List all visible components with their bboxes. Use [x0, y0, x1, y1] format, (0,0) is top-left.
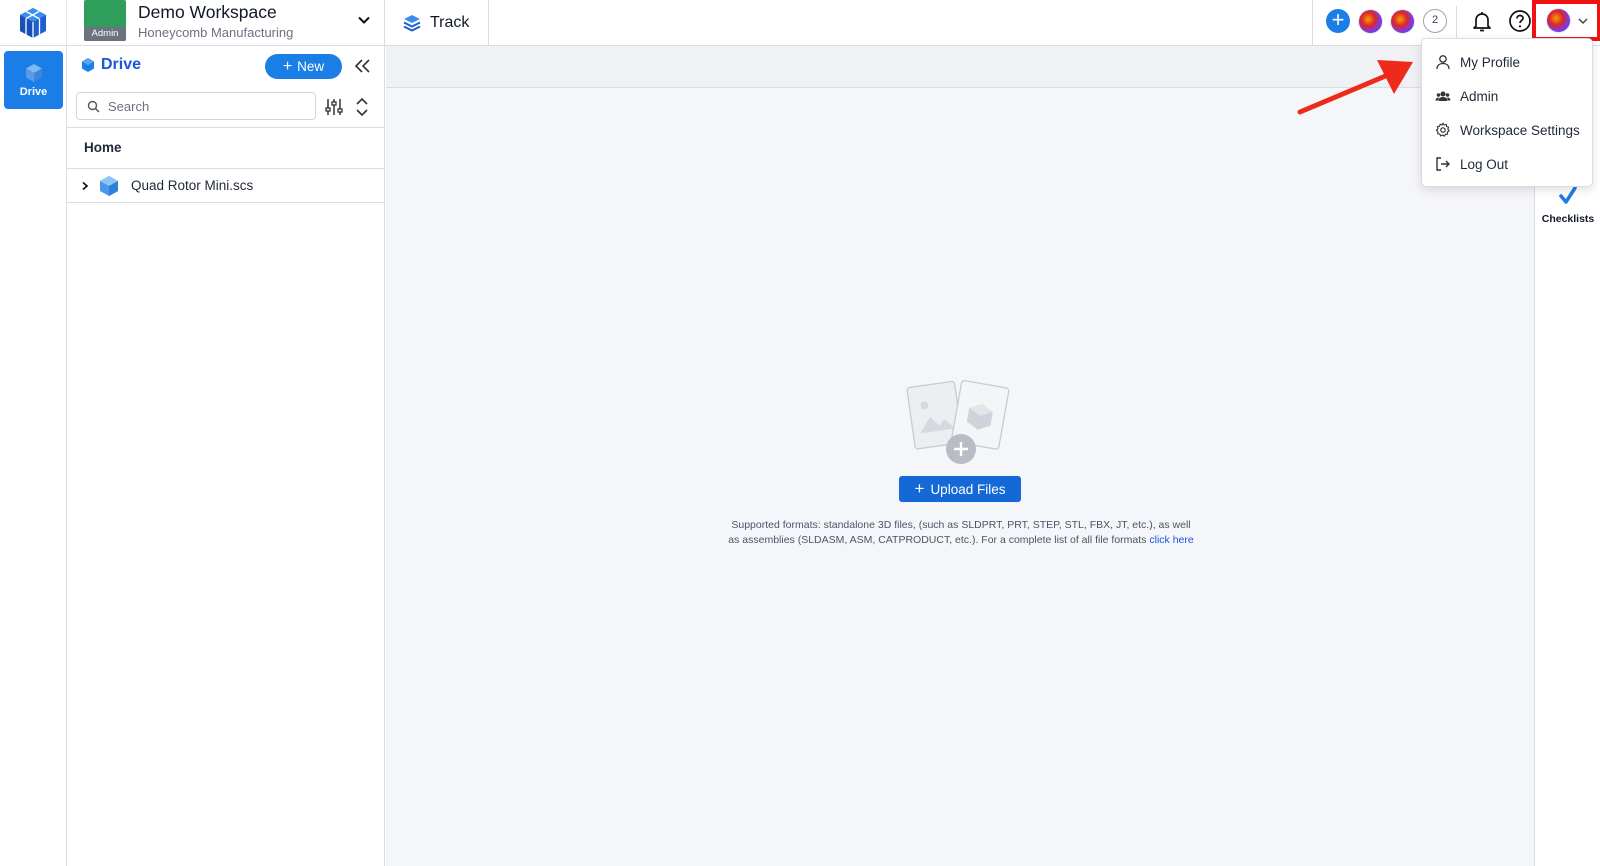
search-box: [76, 92, 316, 120]
menu-item-admin[interactable]: Admin: [1422, 79, 1592, 113]
formats-description: Supported formats: standalone 3D files, …: [728, 519, 1191, 546]
collaborator-avatar[interactable]: [1358, 9, 1383, 34]
search-row: [67, 88, 385, 128]
logout-icon: [1436, 157, 1450, 171]
annotation-arrow-icon: [1297, 60, 1413, 115]
user-avatar: [1546, 8, 1571, 33]
breadcrumb[interactable]: Home: [67, 128, 385, 169]
app-logo[interactable]: [0, 0, 67, 46]
plus-icon: +: [914, 479, 925, 498]
rail-item-drive-label: Drive: [19, 85, 48, 98]
app-logo-icon: [20, 8, 46, 38]
profile-dropdown-menu: My Profile Admin Workspace Settings Log …: [1421, 38, 1593, 187]
new-button-label: New: [297, 59, 325, 74]
workspace-name: Demo Workspace: [138, 2, 277, 22]
chevron-right-icon[interactable]: [80, 181, 90, 191]
add-collaborator-button[interactable]: +: [1326, 9, 1350, 33]
drive-panel-header: Drive + New: [67, 46, 385, 88]
file-row[interactable]: Quad Rotor Mini.scs: [67, 169, 385, 203]
filter-icon[interactable]: [324, 97, 344, 117]
workspace-thumbnail: Admin: [84, 0, 126, 41]
top-bar: Admin Demo Workspace Honeycomb Manufactu…: [0, 0, 1600, 46]
drive-icon: [25, 63, 42, 82]
sort-icon[interactable]: [354, 97, 370, 117]
search-input[interactable]: [108, 96, 308, 116]
menu-item-log-out[interactable]: Log Out: [1422, 147, 1592, 181]
workspace-org: Honeycomb Manufacturing: [138, 25, 294, 40]
tab-track[interactable]: Track: [386, 0, 489, 46]
checklists-label: Checklists: [1541, 213, 1595, 225]
upload-illustration-icon: [906, 379, 1010, 464]
new-button[interactable]: + New: [265, 54, 342, 79]
cube-icon: [100, 175, 118, 196]
cube-icon: [82, 58, 94, 72]
menu-item-label: Admin: [1460, 88, 1499, 104]
chevron-down-icon[interactable]: [356, 12, 372, 28]
chevron-down-icon: [1578, 17, 1588, 24]
profile-menu-button[interactable]: [1532, 0, 1600, 41]
layers-icon: [403, 15, 421, 32]
drive-title-text: Drive: [101, 56, 142, 73]
upload-files-button[interactable]: + Upload Files: [899, 476, 1021, 502]
bell-icon[interactable]: [1470, 9, 1494, 33]
divider: [1456, 6, 1457, 40]
rail-item-checklists[interactable]: Checklists: [1535, 186, 1600, 225]
formats-link[interactable]: click here: [1149, 534, 1193, 546]
gear-icon: [1435, 122, 1450, 137]
search-icon: [87, 100, 100, 113]
plus-icon: +: [282, 57, 293, 75]
menu-item-my-profile[interactable]: My Profile: [1422, 45, 1592, 79]
menu-item-label: Workspace Settings: [1460, 122, 1580, 138]
tab-track-label: Track: [430, 14, 470, 31]
checkmark-icon: [1559, 186, 1577, 204]
file-name: Quad Rotor Mini.scs: [131, 178, 254, 193]
collapse-panel-icon[interactable]: [353, 56, 373, 76]
menu-item-workspace-settings[interactable]: Workspace Settings: [1422, 113, 1592, 147]
rail-item-drive[interactable]: Drive: [4, 51, 63, 109]
menu-item-label: My Profile: [1460, 54, 1521, 70]
workspace-role-badge: Admin: [84, 27, 126, 41]
collaborator-count-badge[interactable]: 2: [1423, 9, 1447, 33]
upload-files-label: Upload Files: [930, 481, 1006, 497]
main-content: + Upload Files Supported formats: standa…: [386, 46, 1534, 866]
help-icon[interactable]: [1508, 9, 1532, 33]
left-rail: Drive: [0, 46, 67, 866]
collaborator-avatar[interactable]: [1390, 9, 1415, 34]
person-icon: [1436, 55, 1450, 70]
menu-item-label: Log Out: [1460, 156, 1509, 172]
supported-formats-text: Supported formats: standalone 3D files, …: [726, 518, 1196, 548]
users-icon: [1435, 91, 1451, 101]
drive-panel-title: Drive: [81, 56, 141, 74]
workspace-switcher[interactable]: Admin Demo Workspace Honeycomb Manufactu…: [67, 0, 385, 46]
drive-panel: Drive + New Home: [67, 46, 385, 866]
